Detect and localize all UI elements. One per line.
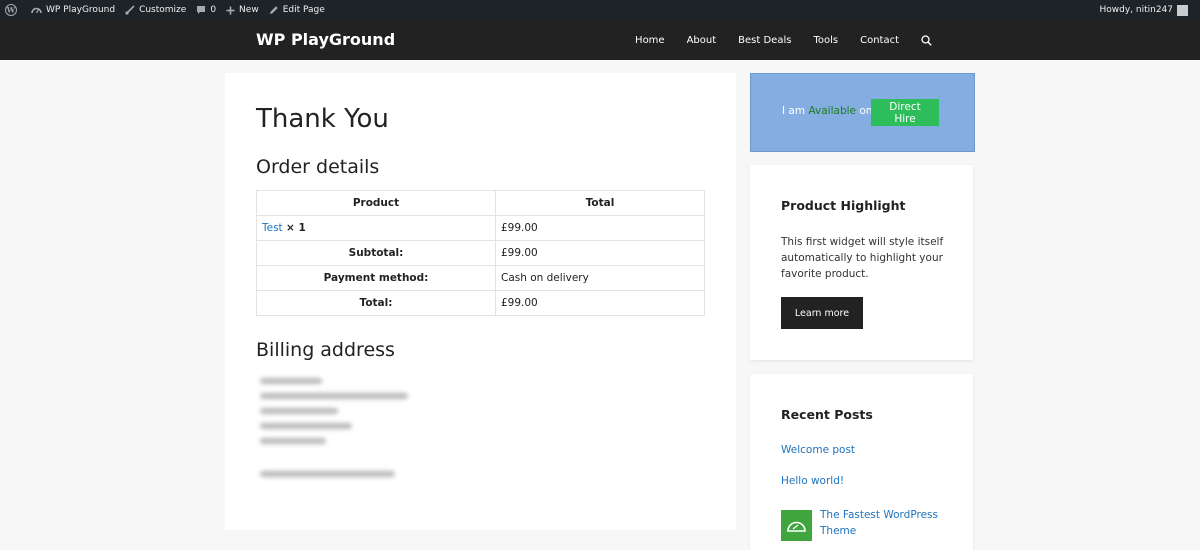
billing-address-redacted [260, 378, 408, 486]
svg-text:W: W [6, 6, 16, 15]
direct-hire-button[interactable]: Direct Hire [871, 99, 939, 126]
product-highlight-widget: Product Highlight This first widget will… [750, 165, 973, 360]
billing-address-heading: Billing address [256, 339, 395, 361]
availability-status: Available [808, 105, 856, 117]
payment-method-value: Cash on delivery [495, 265, 705, 291]
nav-item-contact[interactable]: Contact [860, 35, 899, 46]
brush-icon [125, 5, 135, 15]
nav-item-home[interactable]: Home [635, 35, 665, 46]
table-row: Test × 1 £99.00 [256, 215, 705, 241]
table-header-row: Product Total [256, 190, 705, 216]
payment-method-label: Payment method: [256, 265, 496, 291]
recent-post-link[interactable]: The Fastest WordPress Theme [820, 507, 950, 539]
order-details-heading: Order details [256, 156, 380, 178]
customize-label: Customize [139, 5, 187, 15]
order-details-table: Product Total Test × 1 £99.00 Subtotal: … [256, 190, 705, 316]
site-header: WP PlayGround Home About Best Deals Tool… [0, 20, 1200, 60]
recent-posts-title: Recent Posts [781, 407, 873, 422]
nav-item-about[interactable]: About [687, 35, 717, 46]
comments-count: 0 [210, 5, 217, 15]
comments-link[interactable]: 0 [191, 0, 221, 20]
product-highlight-text: This first widget will style itself auto… [781, 236, 944, 280]
my-account-menu[interactable]: Howdy, nitin247 [1094, 0, 1200, 20]
product-total: £99.00 [495, 215, 705, 241]
recent-post-link[interactable]: Hello world! [781, 475, 844, 487]
admin-site-name-label: WP PlayGround [46, 5, 116, 15]
column-header-total: Total [495, 190, 705, 216]
learn-more-button[interactable]: Learn more [781, 297, 863, 329]
edit-page-label: Edit Page [282, 5, 325, 15]
total-value: £99.00 [495, 290, 705, 316]
comment-icon [197, 6, 206, 14]
total-label: Total: [256, 290, 496, 316]
edit-page-link[interactable]: Edit Page [264, 0, 330, 20]
customize-link[interactable]: Customize [120, 0, 191, 20]
site-title[interactable]: WP PlayGround [256, 30, 395, 50]
nav-item-best-deals[interactable]: Best Deals [738, 35, 791, 46]
product-quantity: × 1 [286, 222, 306, 234]
nav-item-tools[interactable]: Tools [813, 35, 838, 46]
table-row: Total: £99.00 [256, 290, 705, 316]
product-cell: Test × 1 [256, 215, 496, 241]
dashboard-icon [31, 7, 42, 14]
subtotal-value: £99.00 [495, 240, 705, 266]
pencil-icon [269, 6, 278, 14]
theme-logo-icon [787, 521, 806, 532]
hire-widget: I am Available on Direct Hire [750, 73, 975, 152]
new-content-link[interactable]: New [221, 0, 264, 20]
post-thumbnail[interactable] [781, 510, 812, 541]
product-highlight-title: Product Highlight [781, 198, 906, 213]
search-button[interactable] [921, 34, 932, 46]
table-row: Subtotal: £99.00 [256, 240, 705, 266]
main-navigation: Home About Best Deals Tools Contact [613, 20, 932, 60]
main-content: Thank You Order details Product Total Te… [225, 73, 736, 530]
plus-icon [226, 6, 235, 14]
page-title: Thank You [256, 104, 389, 134]
column-header-product: Product [256, 190, 496, 216]
wp-logo-menu[interactable]: W [0, 0, 26, 20]
wordpress-icon: W [5, 4, 17, 16]
new-label: New [239, 5, 259, 15]
admin-site-name[interactable]: WP PlayGround [26, 0, 120, 20]
howdy-label: Howdy, nitin247 [1099, 5, 1173, 15]
availability-text: I am Available on [782, 105, 872, 117]
recent-posts-widget: Recent Posts Welcome post Hello world! T… [750, 374, 973, 550]
admin-bar: W WP PlayGround Customize 0 New Edit Pag… [0, 0, 1200, 20]
recent-post-link[interactable]: Welcome post [781, 444, 855, 456]
avatar [1177, 4, 1188, 16]
hire-prefix: I am [782, 105, 806, 117]
table-row: Payment method: Cash on delivery [256, 265, 705, 291]
search-icon [921, 34, 932, 46]
subtotal-label: Subtotal: [256, 240, 496, 266]
product-link[interactable]: Test [262, 222, 283, 234]
